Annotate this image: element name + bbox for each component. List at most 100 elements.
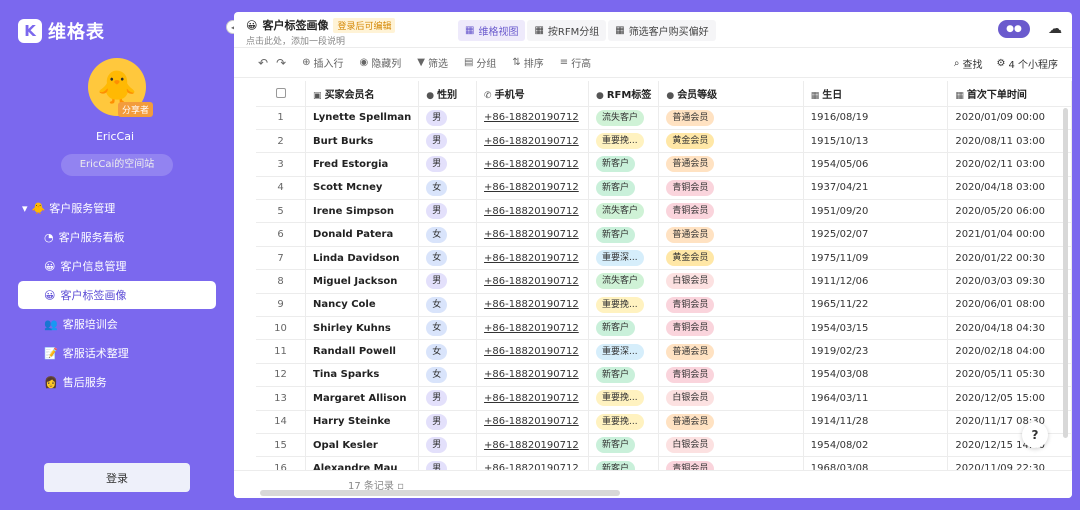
cell-gender[interactable]: 男 <box>418 386 478 411</box>
cell-name[interactable]: Miguel Jackson <box>305 269 420 294</box>
table-row[interactable]: 13 Margaret Allison 男 +86-18820190712 重要挽...… <box>256 386 1072 411</box>
insert-row-button[interactable]: ⊕ 插入行 <box>302 55 343 70</box>
table-row[interactable]: 1 Lynette Spellman 男 +86-18820190712 流失客户 普通会… <box>256 106 1072 130</box>
cell-birthday[interactable]: 1954/05/06 <box>803 152 949 177</box>
cell-name[interactable]: Linda Davidson <box>305 246 420 271</box>
space-link[interactable]: EricCai的空间站 <box>61 154 173 176</box>
cell-birthday[interactable]: 1925/02/07 <box>803 222 949 247</box>
tab-purchase-filter[interactable]: ▦ 筛选客户购买偏好 <box>608 20 716 41</box>
cell-birthday[interactable]: 1919/02/23 <box>803 339 949 364</box>
table-row[interactable]: 9 Nancy Cole 女 +86-18820190712 重要挽... 青铜会员 196… <box>256 293 1072 318</box>
cell-rfm[interactable]: 重要挽... <box>588 129 660 154</box>
cell-phone[interactable]: +86-18820190712 <box>476 433 589 458</box>
cell-first-order[interactable]: 2020/01/22 00:30 <box>947 246 1072 271</box>
cell-phone[interactable]: +86-18820190712 <box>476 152 589 177</box>
vertical-scrollbar[interactable] <box>1063 108 1068 438</box>
table-row[interactable]: 7 Linda Davidson 女 +86-18820190712 重要深... 黄金会… <box>256 246 1072 271</box>
cell-first-order[interactable]: 2020/05/11 05:30 <box>947 363 1072 388</box>
cell-name[interactable]: Burt Burks <box>305 129 420 154</box>
cell-gender[interactable]: 女 <box>418 222 478 247</box>
cell-rfm[interactable]: 新客户 <box>588 433 660 458</box>
cell-birthday[interactable]: 1915/10/13 <box>803 129 949 154</box>
cell-birthday[interactable]: 1964/03/11 <box>803 386 949 411</box>
cell-first-order[interactable]: 2020/11/17 08:30 <box>947 410 1072 434</box>
table-row[interactable]: 2 Burt Burks 男 +86-18820190712 重要挽... 黄金会员 191… <box>256 129 1072 154</box>
cell-name[interactable]: Margaret Allison <box>305 386 420 411</box>
sheet-description[interactable]: 点击此处，添加一段说明 <box>246 34 345 47</box>
row-number[interactable]: 10 <box>256 316 307 341</box>
cell-rfm[interactable]: 流失客户 <box>588 269 660 294</box>
cell-rfm[interactable]: 新客户 <box>588 152 660 177</box>
cell-gender[interactable]: 男 <box>418 129 478 154</box>
cell-first-order[interactable]: 2020/04/18 03:00 <box>947 176 1072 201</box>
cell-name[interactable]: Scott Mcney <box>305 176 420 201</box>
cell-birthday[interactable]: 1954/08/02 <box>803 433 949 458</box>
cell-birthday[interactable]: 1954/03/15 <box>803 316 949 341</box>
sidebar-item-after-sales[interactable]: 👩 售后服务 <box>18 368 216 396</box>
column-header-name[interactable]: ▣ 买家会员名 <box>305 81 420 107</box>
cell-level[interactable]: 青铜会员 <box>658 176 804 201</box>
column-header-birthday[interactable]: ▦ 生日 <box>803 81 949 107</box>
login-button[interactable]: 登录 <box>44 463 190 492</box>
tab-grid-view[interactable]: ▦ 维格视图 <box>458 20 526 41</box>
cell-level[interactable]: 白银会员 <box>658 386 804 411</box>
table-row[interactable]: 11 Randall Powell 女 +86-18820190712 重要深... 普通… <box>256 339 1072 364</box>
row-number[interactable]: 6 <box>256 222 307 247</box>
sidebar-item-training[interactable]: 👥 客服培训会 <box>18 310 216 338</box>
cell-first-order[interactable]: 2020/02/18 04:00 <box>947 339 1072 364</box>
cell-birthday[interactable]: 1937/04/21 <box>803 176 949 201</box>
column-header-gender[interactable]: ● 性别 <box>418 81 478 107</box>
cell-phone[interactable]: +86-18820190712 <box>476 246 589 271</box>
row-number[interactable]: 1 <box>256 106 307 130</box>
apps-button[interactable]: ⚙ 4 个小程序 <box>996 56 1058 71</box>
cell-level[interactable]: 青铜会员 <box>658 293 804 318</box>
cell-level[interactable]: 白银会员 <box>658 269 804 294</box>
cell-name[interactable]: Donald Patera <box>305 222 420 247</box>
cell-phone[interactable]: +86-18820190712 <box>476 386 589 411</box>
cell-level[interactable]: 普通会员 <box>658 106 804 130</box>
sidebar-item-customer-info[interactable]: 😀 客户信息管理 <box>18 252 216 280</box>
cell-rfm[interactable]: 重要挽... <box>588 386 660 411</box>
cell-gender[interactable]: 男 <box>418 199 478 224</box>
cell-name[interactable]: Lynette Spellman <box>305 106 420 130</box>
tab-rfm-group[interactable]: ▦ 按RFM分组 <box>527 20 607 41</box>
row-number[interactable]: 9 <box>256 293 307 318</box>
column-header-level[interactable]: ● 会员等级 <box>658 81 804 107</box>
cell-phone[interactable]: +86-18820190712 <box>476 199 589 224</box>
cell-name[interactable]: Fred Estorgia <box>305 152 420 177</box>
cell-level[interactable]: 白银会员 <box>658 433 804 458</box>
cell-gender[interactable]: 女 <box>418 316 478 341</box>
sidebar-item-customer-tags[interactable]: 😀 客户标签画像 <box>18 281 216 309</box>
hide-columns-button[interactable]: ◉ 隐藏列 <box>360 55 402 70</box>
row-number[interactable]: 4 <box>256 176 307 201</box>
avatar[interactable]: 🐥 分享者 <box>88 58 154 117</box>
column-header-first-order[interactable]: ▦ 首次下单时间 <box>947 81 1072 107</box>
cell-phone[interactable]: +86-18820190712 <box>476 293 589 318</box>
cell-rfm[interactable]: 新客户 <box>588 316 660 341</box>
row-height-button[interactable]: ≡ 行高 <box>560 55 591 70</box>
cell-birthday[interactable]: 1965/11/22 <box>803 293 949 318</box>
row-number[interactable]: 8 <box>256 269 307 294</box>
cell-phone[interactable]: +86-18820190712 <box>476 316 589 341</box>
cell-phone[interactable]: +86-18820190712 <box>476 129 589 154</box>
redo-icon[interactable]: ↷ <box>276 56 286 70</box>
cell-rfm[interactable]: 重要挽... <box>588 410 660 434</box>
cell-first-order[interactable]: 2020/05/20 06:00 <box>947 199 1072 224</box>
cell-level[interactable]: 青铜会员 <box>658 199 804 224</box>
cell-rfm[interactable]: 流失客户 <box>588 199 660 224</box>
cell-first-order[interactable]: 2020/04/18 04:30 <box>947 316 1072 341</box>
table-row[interactable]: 8 Miguel Jackson 男 +86-18820190712 流失客户 白银会员 1… <box>256 269 1072 294</box>
horizontal-scrollbar[interactable] <box>260 490 620 496</box>
cell-first-order[interactable]: 2020/12/05 15:00 <box>947 386 1072 411</box>
cell-level[interactable]: 青铜会员 <box>658 363 804 388</box>
cell-birthday[interactable]: 1914/11/28 <box>803 410 949 434</box>
cell-phone[interactable]: +86-18820190712 <box>476 222 589 247</box>
table-row[interactable]: 3 Fred Estorgia 男 +86-18820190712 新客户 普通会员 195… <box>256 152 1072 177</box>
cell-rfm[interactable]: 重要深... <box>588 339 660 364</box>
cell-rfm[interactable]: 新客户 <box>588 222 660 247</box>
cell-phone[interactable]: +86-18820190712 <box>476 269 589 294</box>
help-button[interactable]: ? <box>1022 422 1048 448</box>
table-row[interactable]: 12 Tina Sparks 女 +86-18820190712 新客户 青铜会员 1954… <box>256 363 1072 388</box>
cell-birthday[interactable]: 1916/08/19 <box>803 106 949 130</box>
select-all-checkbox[interactable] <box>256 81 307 107</box>
